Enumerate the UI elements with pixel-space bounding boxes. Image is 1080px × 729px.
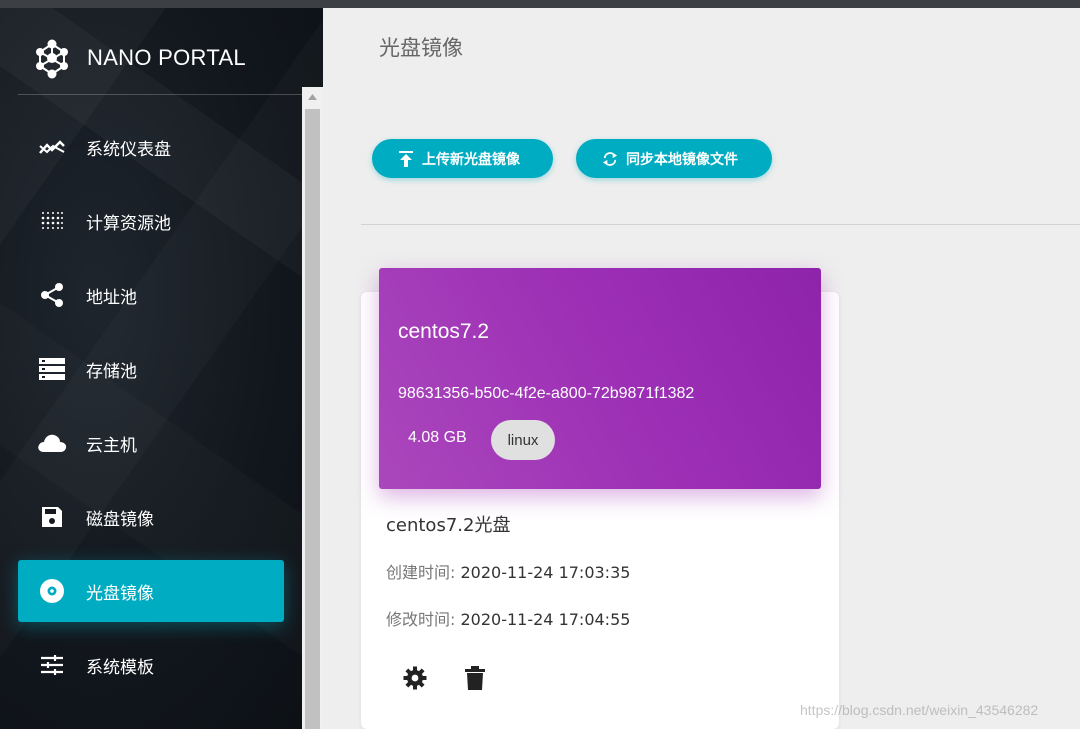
sidebar-item-label: 系统模板 [86,657,154,678]
sidebar-item-label: 系统仪表盘 [86,139,171,160]
modified-time: 修改时间: 2020-11-24 17:04:55 [386,606,630,630]
created-time-label: 创建时间: [386,563,456,582]
save-icon [37,502,67,532]
upload-button-label: 上传新光盘镜像 [422,150,520,167]
upload-image-button[interactable]: 上传新光盘镜像 [372,139,553,178]
card-actions [401,664,521,692]
main-content: 光盘镜像 上传新光盘镜像 同步本地镜像文件 centos7.2 98631356… [323,8,1080,729]
sidebar-item-optical-image[interactable]: 光盘镜像 [18,560,284,622]
sidebar: NANO PORTAL 系统仪表盘 计算资源池 地址池 存储池 云主机 磁盘镜像… [0,8,323,729]
image-name: centos7.2 [398,320,490,343]
sidebar-item-disk-image[interactable]: 磁盘镜像 [18,486,284,548]
sidebar-item-compute-pool[interactable]: 计算资源池 [18,190,284,252]
sidebar-item-cloud-host[interactable]: 云主机 [18,412,284,474]
sidebar-item-label: 计算资源池 [86,213,171,234]
grid-dots-icon [37,206,67,236]
brand-title: NANO PORTAL [87,45,246,70]
image-card-title: centos7.2光盘 [386,515,511,536]
scrollbar-thumb[interactable] [305,109,320,729]
sidebar-item-label: 光盘镜像 [86,583,154,604]
modified-time-label: 修改时间: [386,610,456,629]
created-time-value: 2020-11-24 17:03:35 [460,563,631,582]
sync-local-images-button[interactable]: 同步本地镜像文件 [576,139,772,178]
sidebar-item-label: 地址池 [86,287,137,308]
storage-icon [37,354,67,384]
sidebar-divider [18,94,303,95]
sidebar-item-storage-pool[interactable]: 存储池 [18,338,284,400]
sync-button-label: 同步本地镜像文件 [626,150,738,167]
sidebar-item-label: 云主机 [86,435,137,456]
sidebar-item-dashboard[interactable]: 系统仪表盘 [18,116,284,178]
created-time: 创建时间: 2020-11-24 17:03:35 [386,559,630,583]
image-id: 98631356-b50c-4f2e-a800-72b9871f1382 [398,385,695,402]
watermark: https://blog.csdn.net/weixin_43546282 [800,702,1039,718]
sidebar-item-label: 存储池 [86,361,137,382]
tune-icon [37,650,67,680]
sync-icon [602,151,618,167]
content-divider [361,224,1080,225]
os-tag-chip: linux [491,420,555,460]
scroll-up-arrow-icon[interactable] [302,87,323,107]
network-logo-icon [30,36,74,80]
trending-icon [37,132,67,162]
sidebar-item-address-pool[interactable]: 地址池 [18,264,284,326]
image-card-header: centos7.2 98631356-b50c-4f2e-a800-72b987… [379,268,821,489]
modified-time-value: 2020-11-24 17:04:55 [460,610,631,629]
brand[interactable]: NANO PORTAL [30,36,246,80]
page-title: 光盘镜像 [379,36,463,60]
image-size: 4.08 GB [408,429,467,446]
share-icon [37,280,67,310]
window-top-bar [0,0,1080,8]
sidebar-nav: 系统仪表盘 计算资源池 地址池 存储池 云主机 磁盘镜像 光盘镜像 系统模板 [18,116,284,708]
disc-icon [37,576,67,606]
delete-trash-icon[interactable] [461,664,489,692]
sidebar-scrollbar[interactable] [302,87,323,729]
upload-icon [398,150,414,167]
settings-gear-icon[interactable] [401,664,429,692]
sidebar-item-label: 磁盘镜像 [86,509,154,530]
cloud-icon [37,428,67,458]
sidebar-item-system-template[interactable]: 系统模板 [18,634,284,696]
